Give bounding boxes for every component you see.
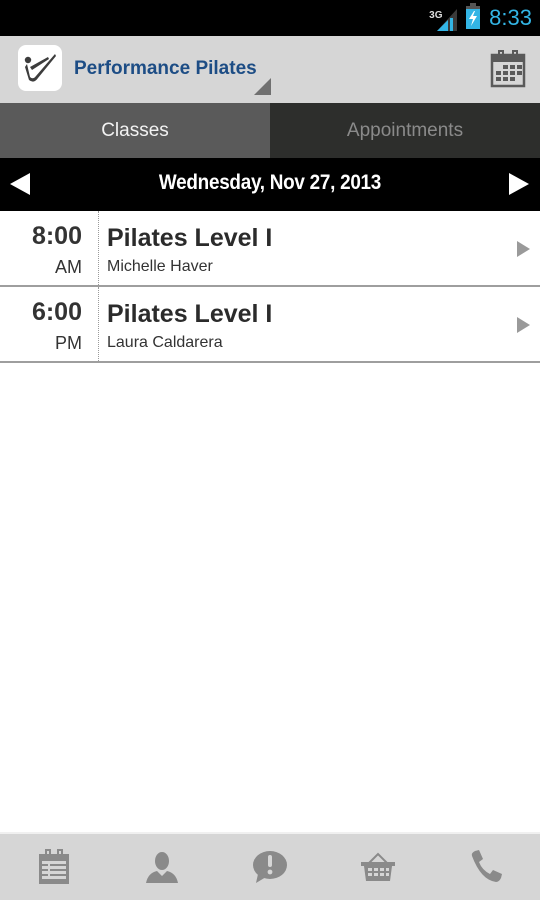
- class-list: 8:00 AM Pilates Level I Michelle Haver 6…: [0, 211, 540, 363]
- screen: 3G 8:33 Performance Pilates Classes Appo…: [0, 0, 540, 900]
- dropdown-indicator-icon[interactable]: [254, 78, 271, 95]
- bottom-nav-schedule[interactable]: [0, 834, 108, 900]
- battery-charging-icon: [465, 2, 481, 34]
- time-column: 6:00 PM: [0, 287, 99, 361]
- class-name: Pilates Level I: [107, 300, 273, 328]
- bottom-nav-call[interactable]: [432, 834, 540, 900]
- calendar-icon[interactable]: [490, 50, 526, 88]
- action-bar: Performance Pilates: [0, 36, 540, 103]
- clock: 8:33: [489, 5, 532, 30]
- status-icons: 3G 8:33: [429, 0, 532, 36]
- class-row[interactable]: 8:00 AM Pilates Level I Michelle Haver: [0, 211, 540, 287]
- class-time: 6:00: [31, 298, 82, 326]
- pilates-logo-icon[interactable]: [18, 45, 62, 91]
- class-period: PM: [55, 333, 82, 353]
- time-column: 8:00 AM: [0, 211, 99, 285]
- network-type: 3G: [429, 10, 443, 21]
- app-title[interactable]: Performance Pilates: [74, 58, 257, 80]
- tab-appointments[interactable]: Appointments: [270, 103, 540, 158]
- tab-bar: Classes Appointments: [0, 103, 540, 158]
- class-name: Pilates Level I: [107, 224, 273, 252]
- bottom-nav-profile[interactable]: [108, 834, 216, 900]
- signal-icon: 3G: [429, 5, 458, 31]
- class-period: AM: [55, 257, 82, 277]
- basket-icon: [361, 852, 395, 881]
- current-date: Wednesday, Nov 27, 2013: [158, 171, 382, 194]
- phone-icon: [471, 850, 502, 882]
- chevron-right-icon: [517, 241, 530, 257]
- date-navigation: Wednesday, Nov 27, 2013: [0, 158, 540, 211]
- arrow-right-icon[interactable]: [509, 173, 529, 195]
- status-bar: 3G 8:33: [0, 0, 540, 36]
- profile-icon: [146, 852, 178, 883]
- class-time: 8:00: [31, 222, 82, 250]
- alert-message-icon: [253, 851, 287, 883]
- bottom-nav-alerts[interactable]: [216, 834, 324, 900]
- chevron-right-icon: [517, 317, 530, 333]
- tab-classes[interactable]: Classes: [0, 103, 270, 158]
- instructor-name: Michelle Haver: [107, 258, 213, 275]
- instructor-name: Laura Caldarera: [107, 334, 223, 351]
- bottom-nav: [0, 832, 540, 900]
- class-row[interactable]: 6:00 PM Pilates Level I Laura Caldarera: [0, 287, 540, 363]
- schedule-icon: [39, 849, 69, 884]
- bottom-nav-shop[interactable]: [324, 834, 432, 900]
